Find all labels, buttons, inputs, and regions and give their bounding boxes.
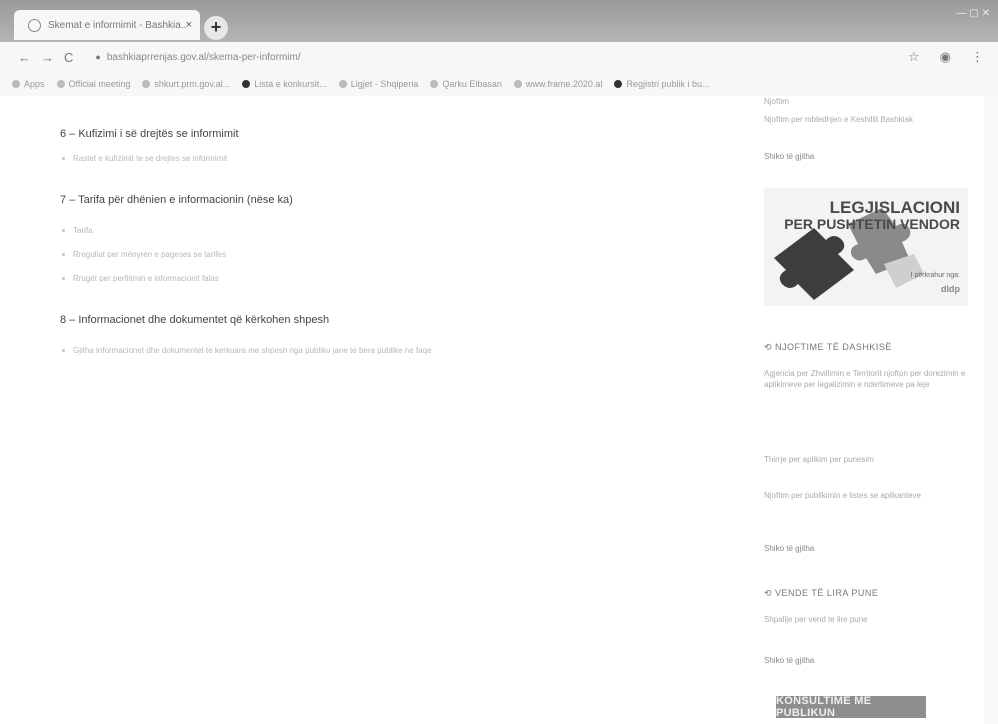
jobs-item[interactable]: Shpallje per vend te lire pune bbox=[764, 614, 970, 625]
bookmark-item[interactable]: Lista e konkursit... bbox=[242, 79, 327, 89]
nav-buttons[interactable]: ←→C bbox=[18, 50, 83, 65]
news-icon: ⟲ bbox=[764, 342, 776, 352]
banner-subtitle: PER PUSHTETIN VENDOR bbox=[784, 216, 960, 232]
apps-icon bbox=[12, 80, 20, 88]
bookmark-item[interactable]: Qarku Elbasan bbox=[430, 79, 502, 89]
globe-icon bbox=[338, 80, 347, 88]
close-tab-icon[interactable]: × bbox=[186, 19, 192, 31]
list-item-link[interactable]: Rregullat per mënyren e pageses se tarif… bbox=[62, 250, 226, 259]
window-controls[interactable]: — ▢ ✕ bbox=[957, 8, 990, 19]
news-heading: ⟲ NJOFTIME TË DASHKISË bbox=[764, 342, 892, 352]
bookmarks-bar: Apps Official meeting shkurt.prm.gov.al.… bbox=[0, 72, 998, 96]
sidebar: Njoftim Njoftim per mbledhjen e Keshilli… bbox=[752, 96, 998, 724]
browser-toolbar: ←→C ● bashkiaprrenjas.gov.al/skema-per-i… bbox=[0, 42, 998, 72]
address-bar[interactable]: bashkiaprrenjas.gov.al/skema-per-informi… bbox=[107, 52, 301, 63]
site-favicon-icon bbox=[28, 18, 41, 32]
bookmark-item[interactable]: Official meeting bbox=[56, 79, 130, 89]
section-title: 6 – Kufizimi i së drejtës se informimit bbox=[60, 128, 239, 140]
main-content: 6 – Kufizimi i së drejtës se informimit … bbox=[0, 96, 740, 724]
bookmark-icon bbox=[242, 80, 251, 88]
sidebar-notice-title[interactable]: Njoftim bbox=[764, 96, 970, 107]
list-item-link[interactable]: Gjitha informacionet dhe dokumentet te k… bbox=[62, 346, 431, 355]
bookmark-icon bbox=[614, 80, 623, 88]
dldp-logo-icon: dldp bbox=[941, 284, 960, 294]
see-all-link[interactable]: Shiko të gjitha bbox=[764, 152, 814, 161]
bookmark-item[interactable]: www.frame.2020.al bbox=[513, 79, 602, 89]
bullet-icon bbox=[62, 253, 65, 256]
bookmark-item[interactable]: Ligjet - Shqiperia bbox=[338, 79, 418, 89]
news-item[interactable]: Thirrje per aplikim per punesim bbox=[764, 454, 970, 465]
banner-supported-by: I përkrahur nga: bbox=[910, 272, 960, 279]
see-all-link[interactable]: Shiko të gjitha bbox=[764, 656, 814, 665]
see-all-link[interactable]: Shiko të gjitha bbox=[764, 544, 814, 553]
news-item[interactable]: Agjencia per Zhvillimin e Territorit njo… bbox=[764, 368, 970, 390]
jobs-icon: ⟲ bbox=[764, 588, 776, 598]
banner-title: LEGJISLACIONI bbox=[829, 198, 960, 217]
menu-icon[interactable]: ⋮ bbox=[971, 49, 984, 65]
list-item-link[interactable]: Rastet e kufizimit te se drejtes se info… bbox=[62, 154, 227, 163]
bullet-icon bbox=[62, 157, 65, 160]
toolbar-right: ☆ ◉ ⋮ bbox=[908, 49, 984, 65]
section-title: 7 – Tarifa për dhënien e informacionin (… bbox=[60, 194, 293, 206]
bookmark-star-icon[interactable]: ☆ bbox=[908, 49, 920, 65]
secure-lock-icon[interactable]: ● bbox=[95, 52, 100, 62]
section-title: 8 – Informacionet dhe dokumentet që kërk… bbox=[60, 314, 330, 326]
bookmark-item[interactable]: Regjistri publik i bu... bbox=[614, 79, 709, 89]
bullet-icon bbox=[62, 277, 65, 280]
profile-icon[interactable]: ◉ bbox=[940, 49, 951, 65]
jobs-heading: ⟲ VENDE TË LIRA PUNE bbox=[764, 588, 879, 598]
browser-tab[interactable]: Skemat e informimit - Bashkia... × bbox=[14, 10, 200, 40]
bullet-icon bbox=[62, 229, 65, 232]
page-scrollbar[interactable] bbox=[984, 96, 998, 724]
bookmark-icon bbox=[430, 80, 439, 88]
bookmark-icon bbox=[56, 80, 65, 88]
list-item-link[interactable]: Rrugët per perfitimin e informacionit fa… bbox=[62, 274, 219, 283]
bookmark-icon bbox=[142, 80, 151, 88]
browser-tab-bar: Skemat e informimit - Bashkia... × + — ▢… bbox=[0, 0, 998, 42]
bookmark-item[interactable]: Apps bbox=[12, 79, 45, 89]
bookmark-item[interactable]: shkurt.prm.gov.al... bbox=[142, 79, 230, 89]
new-tab-button[interactable]: + bbox=[204, 16, 228, 40]
bullet-icon bbox=[62, 349, 65, 352]
list-item-link[interactable]: Tarifa bbox=[62, 226, 93, 235]
legislation-banner[interactable]: LEGJISLACIONI PER PUSHTETIN VENDOR I për… bbox=[764, 188, 968, 306]
sidebar-notice-text[interactable]: Njoftim per mbledhjen e Keshillit Bashki… bbox=[764, 114, 970, 125]
bookmark-icon bbox=[513, 80, 522, 88]
tab-title: Skemat e informimit - Bashkia... bbox=[48, 19, 186, 31]
news-item[interactable]: Njoftim per publikimin e listes se aplik… bbox=[764, 490, 970, 501]
public-consultation-button[interactable]: KONSULTIME ME PUBLIKUN bbox=[776, 695, 926, 719]
